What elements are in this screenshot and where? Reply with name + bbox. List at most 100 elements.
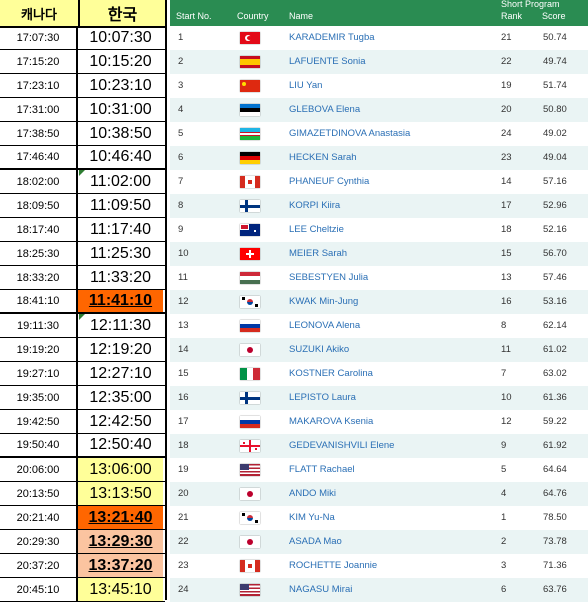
korea-time: 13:21:40 — [78, 506, 163, 529]
short-program-rank: 4 — [501, 488, 507, 499]
skater-row: 20 ANDO Miki 4 64.76 — [170, 482, 588, 506]
korea-time: 13:45:10 — [78, 578, 163, 601]
skater-name-link[interactable]: NAGASU Mirai — [289, 578, 352, 602]
skater-row: 4 GLEBOVA Elena 20 50.80 — [170, 98, 588, 122]
skater-row: 15 KOSTNER Carolina 7 63.02 — [170, 362, 588, 386]
korea-time: 12:42:50 — [89, 412, 152, 430]
short-program-rank: 11 — [501, 344, 511, 355]
country-flag-icon — [240, 152, 260, 164]
start-number: 21 — [178, 512, 189, 523]
time-row: 19:27:10 12:27:10 — [0, 362, 165, 386]
skater-name-link[interactable]: MEIER Sarah — [289, 242, 347, 266]
skater-name-link[interactable]: MAKAROVA Ksenia — [289, 410, 373, 434]
list-header: Start No. Country Name Short Program Ran… — [170, 0, 588, 26]
time-row: 20:06:00 13:06:00 — [0, 458, 165, 482]
skater-name-link[interactable]: KOSTNER Carolina — [289, 362, 373, 386]
short-program-score: 59.22 — [543, 416, 567, 427]
time-row: 18:33:20 11:33:20 — [0, 266, 165, 290]
short-program-header: Short Program — [501, 0, 560, 9]
short-program-score: 64.64 — [543, 464, 567, 475]
skater-name-link[interactable]: LAFUENTE Sonia — [289, 50, 366, 74]
time-row: 18:17:40 11:17:40 — [0, 218, 165, 242]
skater-name-link[interactable]: KARADEMIR Tugba — [289, 26, 375, 50]
short-program-score: 49.04 — [543, 152, 567, 163]
short-program-start-list: Start No. Country Name Short Program Ran… — [170, 0, 588, 602]
start-number: 16 — [178, 392, 189, 403]
short-program-rank: 1 — [501, 512, 507, 523]
canada-time: 19:50:40 — [0, 434, 78, 456]
time-row: 20:37:20 13:37:20 — [0, 554, 165, 578]
skater-name-link[interactable]: KWAK Min-Jung — [289, 290, 358, 314]
short-program-score: 56.70 — [543, 248, 567, 259]
start-number: 12 — [178, 296, 189, 307]
skater-name-link[interactable]: ANDO Miki — [289, 482, 336, 506]
skater-name-link[interactable]: ROCHETTE Joannie — [289, 554, 377, 578]
korea-time: 10:31:00 — [89, 100, 152, 118]
short-program-score: 51.74 — [543, 80, 567, 91]
canada-time: 19:27:10 — [0, 362, 78, 385]
time-row: 19:50:40 12:50:40 — [0, 434, 165, 458]
skater-name-link[interactable]: GEDEVANISHVILI Elene — [289, 434, 394, 458]
time-row: 17:46:40 10:46:40 — [0, 146, 165, 170]
skater-row: 16 LEPISTO Laura 10 61.36 — [170, 386, 588, 410]
short-program-rank: 19 — [501, 80, 512, 91]
skater-name-link[interactable]: SUZUKI Akiko — [289, 338, 349, 362]
score-header: Score — [542, 11, 566, 21]
cell-comment-marker — [79, 170, 85, 176]
country-flag-icon — [240, 320, 260, 332]
start-number: 20 — [178, 488, 189, 499]
skater-row: 3 LIU Yan 19 51.74 — [170, 74, 588, 98]
rank-header: Rank — [501, 11, 523, 21]
skater-name-link[interactable]: SEBESTYEN Julia — [289, 266, 368, 290]
skater-name-link[interactable]: FLATT Rachael — [289, 458, 355, 482]
skater-row: 9 LEE Cheltzie 18 52.16 — [170, 218, 588, 242]
start-number: 1 — [178, 32, 184, 43]
skater-name-link[interactable]: PHANEUF Cynthia — [289, 170, 369, 194]
short-program-rank: 8 — [501, 320, 507, 331]
korea-time: 13:29:30 — [78, 530, 163, 553]
skater-row: 2 LAFUENTE Sonia 22 49.74 — [170, 50, 588, 74]
skater-row: 13 LEONOVA Alena 8 62.14 — [170, 314, 588, 338]
canada-time: 20:37:20 — [0, 554, 78, 577]
start-number: 4 — [178, 104, 184, 115]
skater-row: 23 ROCHETTE Joannie 3 71.36 — [170, 554, 588, 578]
short-program-score: 63.02 — [543, 368, 567, 379]
skater-name-link[interactable]: GIMAZETDINOVA Anastasia — [289, 122, 410, 146]
time-row: 18:09:50 11:09:50 — [0, 194, 165, 218]
short-program-score: 62.14 — [543, 320, 567, 331]
skater-name-link[interactable]: LEE Cheltzie — [289, 218, 344, 242]
short-program-score: 78.50 — [543, 512, 567, 523]
skater-name-link[interactable]: LIU Yan — [289, 74, 322, 98]
skater-name-link[interactable]: HECKEN Sarah — [289, 146, 357, 170]
canada-time: 18:02:00 — [0, 170, 78, 193]
skater-row: 11 SEBESTYEN Julia 13 57.46 — [170, 266, 588, 290]
skater-name-link[interactable]: LEPISTO Laura — [289, 386, 356, 410]
skater-name-link[interactable]: KORPI Kiira — [289, 194, 340, 218]
skater-name-link[interactable]: LEONOVA Alena — [289, 314, 360, 338]
country-flag-icon — [240, 560, 260, 572]
time-row: 19:19:20 12:19:20 — [0, 338, 165, 362]
short-program-rank: 18 — [501, 224, 512, 235]
skater-name-link[interactable]: ASADA Mao — [289, 530, 342, 554]
korea-time: 13:13:50 — [78, 482, 163, 505]
short-program-rank: 17 — [501, 200, 512, 211]
country-flag-icon — [240, 296, 260, 308]
start-number: 11 — [178, 272, 188, 283]
country-flag-icon — [240, 416, 260, 428]
korea-time: 10:46:40 — [89, 148, 152, 165]
country-flag-icon — [240, 512, 260, 524]
canada-time: 17:38:50 — [0, 122, 78, 145]
canada-time: 18:33:20 — [0, 266, 78, 289]
skater-name-link[interactable]: GLEBOVA Elena — [289, 98, 360, 122]
start-number: 9 — [178, 224, 184, 235]
short-program-score: 49.74 — [543, 56, 567, 67]
korea-time: 11:33:20 — [89, 268, 152, 286]
country-flag-icon — [240, 104, 260, 116]
skater-row: 19 FLATT Rachael 5 64.64 — [170, 458, 588, 482]
skater-name-link[interactable]: KIM Yu-Na — [289, 506, 335, 530]
time-conversion-table: 캐나다 한국 17:07:30 10:07:30 17:15:20 10:15:20 1… — [0, 0, 167, 602]
start-number: 23 — [178, 560, 189, 571]
time-row: 19:35:00 12:35:00 — [0, 386, 165, 410]
skater-row: 8 KORPI Kiira 17 52.96 — [170, 194, 588, 218]
short-program-score: 64.76 — [543, 488, 567, 499]
